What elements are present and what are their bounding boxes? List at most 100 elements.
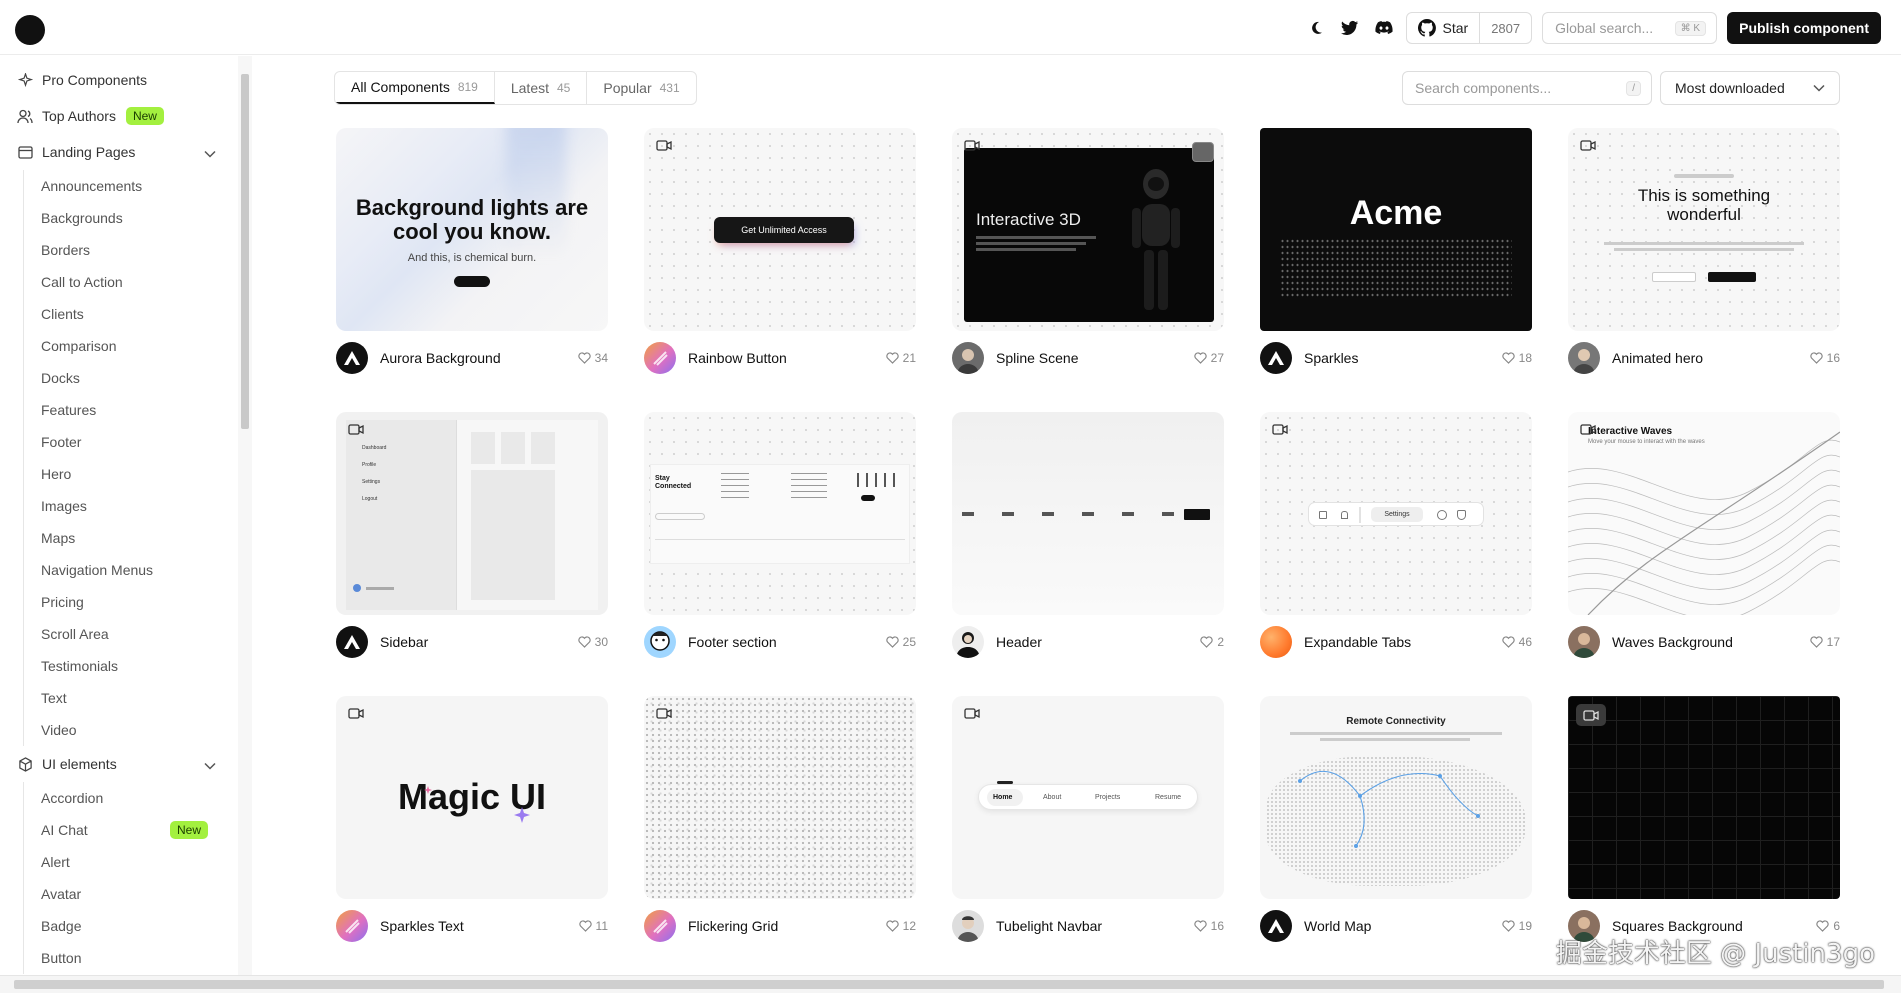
card-title[interactable]: Squares Background	[1612, 918, 1816, 934]
author-avatar[interactable]	[336, 626, 368, 658]
card-title[interactable]: Sidebar	[380, 634, 578, 650]
sidebar-item-button[interactable]: Button	[24, 942, 238, 974]
card-title[interactable]: World Map	[1304, 918, 1502, 934]
card-preview[interactable]: Remote Connectivity	[1260, 696, 1532, 899]
copy-icon[interactable]	[1192, 142, 1214, 162]
card-title[interactable]: Animated hero	[1612, 350, 1810, 366]
site-logo[interactable]	[15, 15, 45, 45]
component-card[interactable]: Magic UI Sparkles Text 11	[336, 696, 608, 944]
component-search-input[interactable]: Search components... /	[1402, 71, 1652, 105]
card-preview[interactable]: Get Unlimited Access	[644, 128, 916, 331]
sidebar-item-features[interactable]: Features	[24, 394, 238, 426]
like-button[interactable]: 11	[578, 919, 608, 933]
card-title[interactable]: Tubelight Navbar	[996, 918, 1194, 934]
card-preview[interactable]: This is something wonderful	[1568, 128, 1840, 331]
like-button[interactable]: 16	[1193, 919, 1224, 933]
tab-latest[interactable]: Latest 45	[495, 72, 588, 104]
sidebar-item-top-authors[interactable]: Top Authors New	[0, 98, 238, 134]
sidebar-item-ai-chat[interactable]: AI Chat New	[24, 814, 238, 846]
sidebar-item-text[interactable]: Text	[24, 682, 238, 714]
component-card[interactable]: This is something wonderful Animated her…	[1568, 128, 1840, 376]
component-card[interactable]: Interactive Waves Move your mouse to int…	[1568, 412, 1840, 660]
video-button[interactable]	[1576, 704, 1606, 726]
sidebar-item-borders[interactable]: Borders	[24, 234, 238, 266]
card-preview[interactable]: Interactive Waves Move your mouse to int…	[1568, 412, 1840, 615]
sidebar-item-backgrounds[interactable]: Backgrounds	[24, 202, 238, 234]
card-title[interactable]: Footer section	[688, 634, 886, 650]
sidebar-section-landing-pages[interactable]: Landing Pages	[0, 134, 238, 170]
chevron-down-icon[interactable]	[204, 757, 216, 773]
like-button[interactable]: 6	[1816, 919, 1840, 933]
horizontal-scrollbar[interactable]	[0, 975, 1901, 993]
sidebar-item-clients[interactable]: Clients	[24, 298, 238, 330]
author-avatar[interactable]	[336, 910, 368, 942]
component-card[interactable]: Get Unlimited Access Rainbow Button 21	[644, 128, 916, 376]
sort-select[interactable]: Most downloaded	[1660, 71, 1840, 105]
like-button[interactable]: 46	[1501, 635, 1532, 649]
tab-popular[interactable]: Popular 431	[587, 72, 695, 104]
component-card[interactable]: Header 2	[952, 412, 1224, 660]
sidebar-item-images[interactable]: Images	[24, 490, 238, 522]
card-preview[interactable]: Interactive 3D	[952, 128, 1224, 331]
author-avatar[interactable]	[952, 910, 984, 942]
card-preview[interactable]	[952, 412, 1224, 615]
card-preview[interactable]: Dashboard Profile Settings Logout	[336, 412, 608, 615]
like-button[interactable]: 30	[577, 635, 608, 649]
card-preview[interactable]: Background lights are cool you know. And…	[336, 128, 608, 331]
like-button[interactable]: 17	[1809, 635, 1840, 649]
author-avatar[interactable]	[644, 910, 676, 942]
discord-icon[interactable]	[1372, 16, 1396, 40]
sidebar-item-hero[interactable]: Hero	[24, 458, 238, 490]
github-star-button[interactable]: Star 2807	[1405, 12, 1533, 44]
like-button[interactable]: 18	[1501, 351, 1532, 365]
sidebar-scrollbar[interactable]	[238, 56, 252, 975]
sidebar-item-comparison[interactable]: Comparison	[24, 330, 238, 362]
card-preview[interactable]	[644, 696, 916, 899]
card-title[interactable]: Flickering Grid	[688, 918, 886, 934]
like-button[interactable]: 21	[885, 351, 916, 365]
like-button[interactable]: 19	[1501, 919, 1532, 933]
chevron-down-icon[interactable]	[204, 145, 216, 161]
sidebar-item-alert[interactable]: Alert	[24, 846, 238, 878]
sidebar-item-maps[interactable]: Maps	[24, 522, 238, 554]
card-title[interactable]: Waves Background	[1612, 634, 1810, 650]
component-card[interactable]: Settings Expandable Tabs 46	[1260, 412, 1532, 660]
author-avatar[interactable]	[336, 342, 368, 374]
author-avatar[interactable]	[644, 626, 676, 658]
card-title[interactable]: Sparkles Text	[380, 918, 579, 934]
sidebar-item-navigation-menus[interactable]: Navigation Menus	[24, 554, 238, 586]
card-preview[interactable]: Magic UI	[336, 696, 608, 899]
component-card[interactable]: Remote Connectivity World Map 19	[1260, 696, 1532, 944]
component-card[interactable]: Flickering Grid 12	[644, 696, 916, 944]
author-avatar[interactable]	[644, 342, 676, 374]
card-title[interactable]: Header	[996, 634, 1200, 650]
component-card[interactable]: Background lights are cool you know. And…	[336, 128, 608, 376]
github-star-label[interactable]: Star	[1407, 13, 1481, 43]
theme-toggle-icon[interactable]	[1304, 16, 1328, 40]
component-card[interactable]: Dashboard Profile Settings Logout Sideba…	[336, 412, 608, 660]
author-avatar[interactable]	[1260, 342, 1292, 374]
like-button[interactable]: 34	[577, 351, 608, 365]
sidebar-section-ui-elements[interactable]: UI elements	[0, 746, 238, 782]
card-title[interactable]: Expandable Tabs	[1304, 634, 1502, 650]
author-avatar[interactable]	[1568, 342, 1600, 374]
author-avatar[interactable]	[1260, 626, 1292, 658]
component-card[interactable]: Acme Sparkles 18	[1260, 128, 1532, 376]
sidebar-item-call-to-action[interactable]: Call to Action	[24, 266, 238, 298]
publish-component-button[interactable]: Publish component	[1727, 12, 1881, 44]
card-title[interactable]: Sparkles	[1304, 350, 1502, 366]
card-title[interactable]: Aurora Background	[380, 350, 578, 366]
card-title[interactable]: Rainbow Button	[688, 350, 886, 366]
like-button[interactable]: 27	[1193, 351, 1224, 365]
sidebar-scrollbar-thumb[interactable]	[241, 74, 249, 429]
twitter-icon[interactable]	[1338, 16, 1362, 40]
author-avatar[interactable]	[952, 626, 984, 658]
card-preview[interactable]	[1568, 696, 1840, 899]
sidebar-item-badge[interactable]: Badge	[24, 910, 238, 942]
sidebar-item-footer[interactable]: Footer	[24, 426, 238, 458]
sidebar-item-accordion[interactable]: Accordion	[24, 782, 238, 814]
sidebar-item-video[interactable]: Video	[24, 714, 238, 746]
sidebar-item-docks[interactable]: Docks	[24, 362, 238, 394]
card-preview[interactable]: Settings	[1260, 412, 1532, 615]
author-avatar[interactable]	[1260, 910, 1292, 942]
